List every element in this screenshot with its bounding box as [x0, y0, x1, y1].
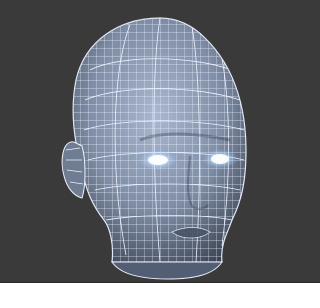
viewport-canvas[interactable] — [0, 0, 320, 282]
3d-viewport[interactable] — [0, 0, 320, 283]
right-eye-glow — [202, 149, 238, 169]
bottom-margin — [0, 283, 320, 308]
left-eye-glow — [138, 149, 178, 171]
